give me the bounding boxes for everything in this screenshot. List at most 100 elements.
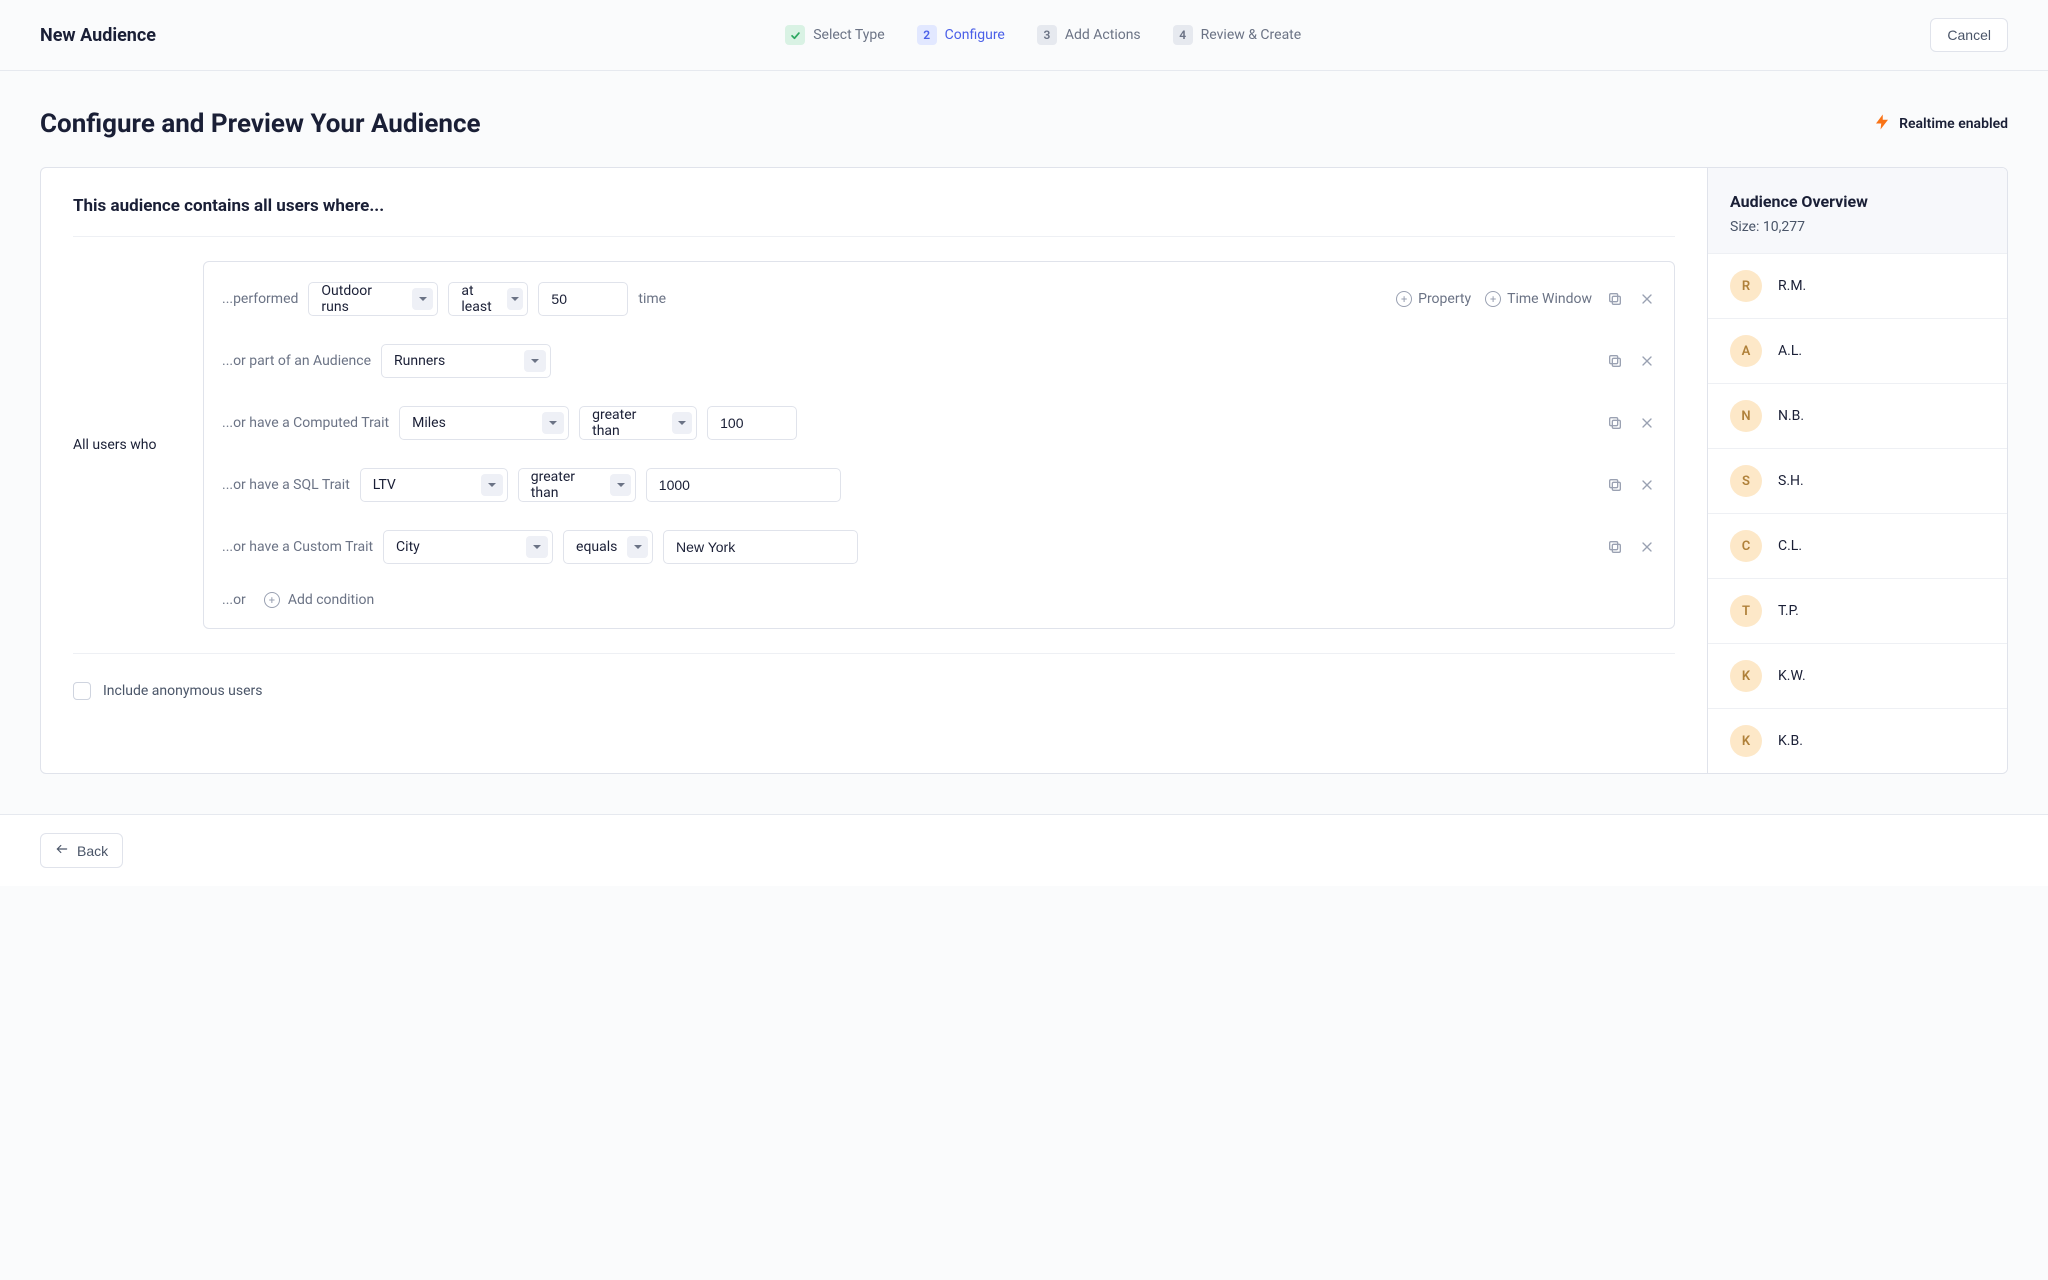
- sql-trait-select[interactable]: LTV: [360, 468, 508, 502]
- plus-icon: +: [1485, 291, 1501, 307]
- step-number: 2: [917, 25, 937, 45]
- add-property-button[interactable]: + Property: [1396, 291, 1471, 307]
- close-icon[interactable]: [1638, 476, 1656, 494]
- add-condition-button[interactable]: + Add condition: [264, 592, 374, 608]
- back-label: Back: [77, 843, 108, 859]
- bolt-icon: [1873, 113, 1891, 136]
- step-number: 3: [1037, 25, 1057, 45]
- user-row[interactable]: KK.B.: [1708, 708, 2007, 773]
- select-value: at least: [461, 283, 496, 315]
- condition-prefix: ...performed: [222, 291, 298, 307]
- chevron-down-icon: [526, 536, 548, 558]
- user-row[interactable]: R R.M.: [1708, 253, 2007, 318]
- include-anonymous-label: Include anonymous users: [103, 683, 262, 699]
- back-button[interactable]: Back: [40, 833, 123, 868]
- comparator-select[interactable]: equals: [563, 530, 653, 564]
- condition-row-custom-trait: ...or have a Custom Trait City equals: [204, 516, 1674, 578]
- close-icon[interactable]: [1638, 538, 1656, 556]
- audience-overview-panel: Audience Overview Size: 10,277 R R.M. AA.L…: [1707, 168, 2007, 773]
- step-review-create[interactable]: 4 Review & Create: [1173, 25, 1302, 45]
- include-anonymous-checkbox[interactable]: [73, 682, 91, 700]
- count-input[interactable]: [538, 282, 628, 316]
- avatar: K: [1730, 660, 1762, 692]
- user-row[interactable]: K K.W.: [1708, 643, 2007, 708]
- condition-prefix: ...or part of an Audience: [222, 353, 371, 369]
- chevron-down-icon: [412, 288, 434, 310]
- realtime-badge: Realtime enabled: [1873, 113, 2008, 136]
- user-row[interactable]: CC.L.: [1708, 513, 2007, 578]
- condition-row-computed-trait: ...or have a Computed Trait Miles greate…: [204, 392, 1674, 454]
- value-input[interactable]: [646, 468, 841, 502]
- cancel-button[interactable]: Cancel: [1930, 18, 2008, 52]
- user-name: N.B.: [1778, 408, 1804, 424]
- select-value: LTV: [373, 477, 396, 493]
- select-value: equals: [576, 539, 617, 555]
- step-add-actions[interactable]: 3 Add Actions: [1037, 25, 1141, 45]
- avatar: K: [1730, 725, 1762, 757]
- comparator-select[interactable]: greater than: [518, 468, 636, 502]
- user-name: S.H.: [1778, 473, 1804, 489]
- duplicate-icon[interactable]: [1606, 414, 1624, 432]
- chevron-down-icon: [507, 288, 524, 310]
- condition-prefix: ...or have a Custom Trait: [222, 539, 373, 555]
- add-time-window-button[interactable]: + Time Window: [1485, 291, 1592, 307]
- event-select[interactable]: Outdoor runs: [308, 282, 438, 316]
- overview-user-list: R R.M. AA.L.NN.B.SS.H.CC.L.TT.P. K K.W. KK.B.: [1708, 253, 2007, 773]
- close-icon[interactable]: [1638, 414, 1656, 432]
- user-row[interactable]: SS.H.: [1708, 448, 2007, 513]
- comparator-select[interactable]: greater than: [579, 406, 697, 440]
- audience-builder: This audience contains all users where..…: [41, 168, 1707, 773]
- duplicate-icon[interactable]: [1606, 538, 1624, 556]
- divider: [73, 236, 1675, 237]
- realtime-label: Realtime enabled: [1899, 116, 2008, 132]
- audience-select[interactable]: Runners: [381, 344, 551, 378]
- footer: Back: [0, 814, 2048, 886]
- comparator-select[interactable]: at least: [448, 282, 528, 316]
- step-label: Review & Create: [1201, 27, 1302, 43]
- builder-heading: This audience contains all users where..…: [73, 196, 1675, 216]
- overview-size: Size: 10,277: [1730, 219, 1985, 235]
- chevron-down-icon: [542, 412, 564, 434]
- time-suffix: time: [638, 291, 666, 307]
- header-title: New Audience: [40, 25, 156, 46]
- user-name: K.W.: [1778, 668, 1806, 684]
- chevron-down-icon: [610, 474, 630, 496]
- user-name: R.M.: [1778, 278, 1806, 294]
- condition-row-sql-trait: ...or have a SQL Trait LTV greater than: [204, 454, 1674, 516]
- custom-trait-select[interactable]: City: [383, 530, 553, 564]
- chevron-down-icon: [627, 536, 648, 558]
- trait-select[interactable]: Miles: [399, 406, 569, 440]
- user-name: C.L.: [1778, 538, 1802, 554]
- select-value: Outdoor runs: [321, 283, 401, 315]
- plus-icon: +: [1396, 291, 1412, 307]
- avatar: T: [1730, 595, 1762, 627]
- user-name: A.L.: [1778, 343, 1802, 359]
- duplicate-icon[interactable]: [1606, 476, 1624, 494]
- avatar: R: [1730, 270, 1762, 302]
- user-row[interactable]: TT.P.: [1708, 578, 2007, 643]
- add-condition-row: ...or + Add condition: [204, 578, 1674, 622]
- builder-card: This audience contains all users where..…: [40, 167, 2008, 774]
- step-select-type[interactable]: Select Type: [785, 25, 884, 45]
- condition-prefix: ...or have a SQL Trait: [222, 477, 350, 493]
- value-input[interactable]: [707, 406, 797, 440]
- condition-prefix: ...or have a Computed Trait: [222, 415, 389, 431]
- value-input[interactable]: [663, 530, 858, 564]
- select-value: Miles: [412, 415, 446, 431]
- close-icon[interactable]: [1638, 290, 1656, 308]
- overview-title: Audience Overview: [1730, 192, 1985, 211]
- or-label: ...or: [222, 592, 246, 608]
- duplicate-icon[interactable]: [1606, 352, 1624, 370]
- step-number: 4: [1173, 25, 1193, 45]
- condition-row-performed: ...performed Outdoor runs at least time: [204, 268, 1674, 330]
- page-title: Configure and Preview Your Audience: [40, 109, 481, 139]
- step-configure[interactable]: 2 Configure: [917, 25, 1005, 45]
- user-row[interactable]: NN.B.: [1708, 383, 2007, 448]
- duplicate-icon[interactable]: [1606, 290, 1624, 308]
- close-icon[interactable]: [1638, 352, 1656, 370]
- user-row[interactable]: AA.L.: [1708, 318, 2007, 383]
- step-label: Select Type: [813, 27, 884, 43]
- wizard-steps: Select Type 2 Configure 3 Add Actions 4 …: [785, 25, 1301, 45]
- arrow-left-icon: [55, 842, 69, 859]
- select-value: City: [396, 539, 420, 555]
